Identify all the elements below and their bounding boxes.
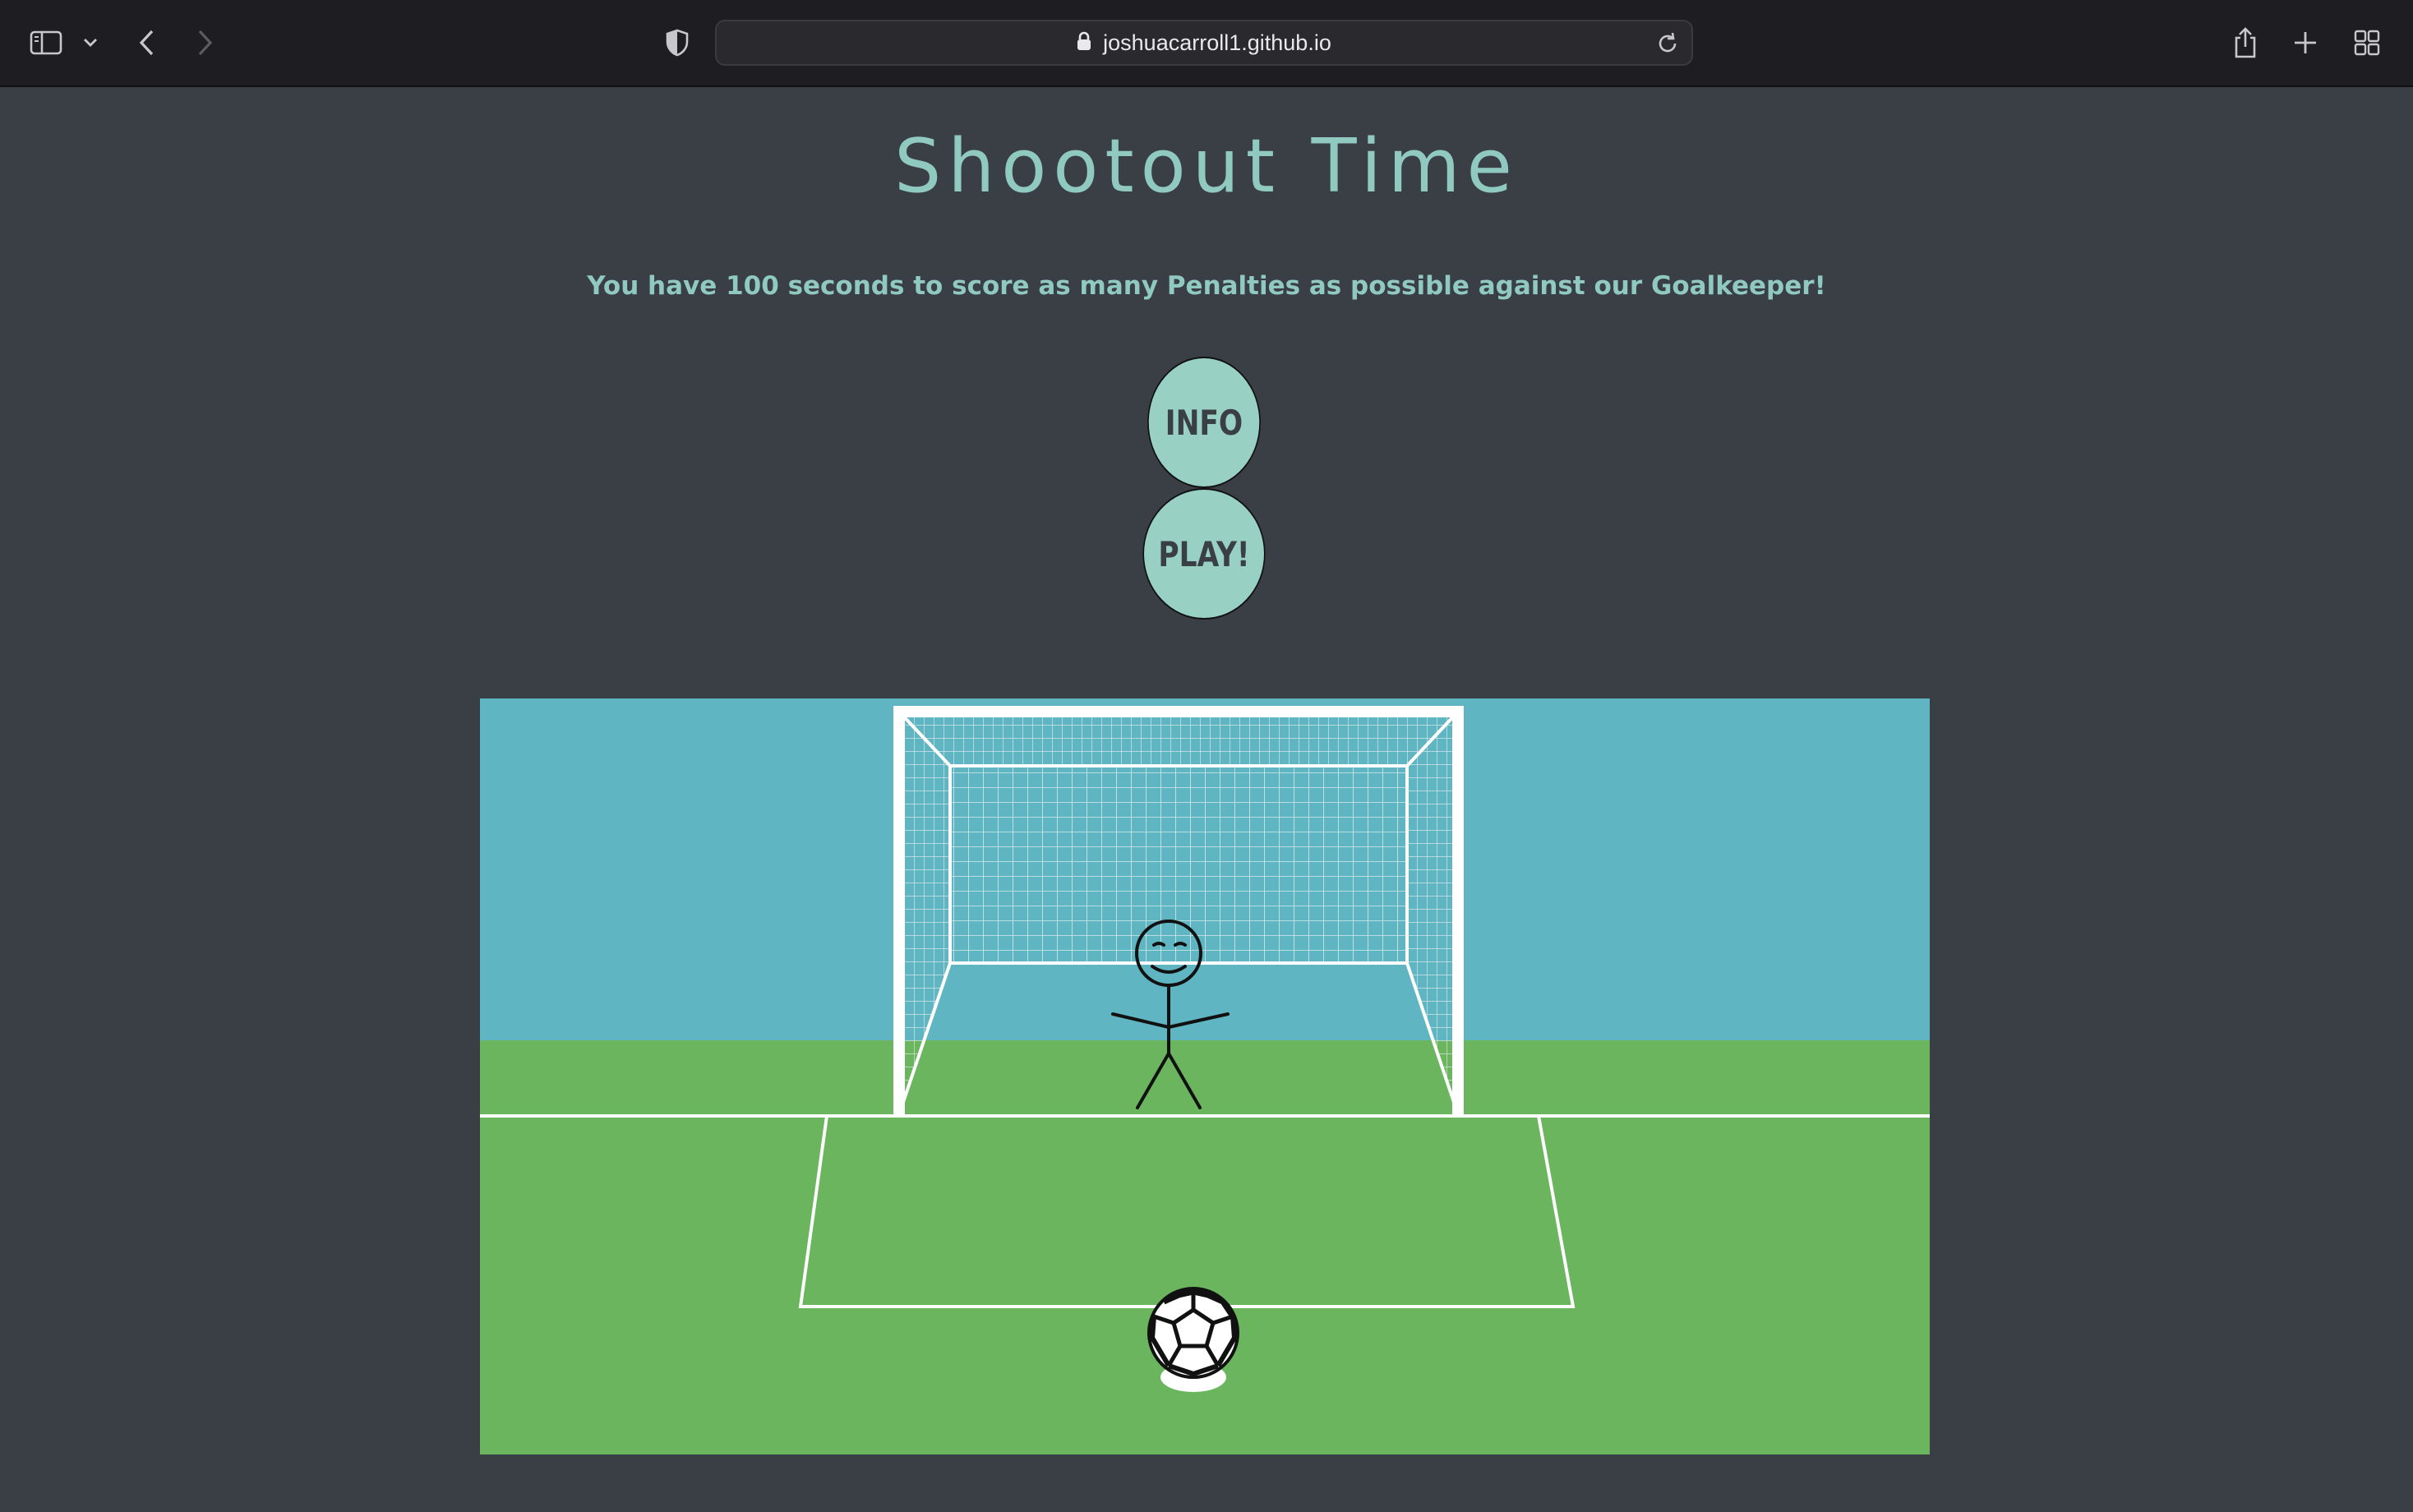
share-icon[interactable] xyxy=(2231,0,2260,85)
shield-icon[interactable] xyxy=(662,0,692,85)
football[interactable] xyxy=(1147,1287,1239,1392)
page-title: Shootout Time xyxy=(894,123,1519,210)
back-arrow-icon[interactable] xyxy=(133,0,161,85)
address-bar[interactable]: joshuacarroll1.github.io xyxy=(715,20,1693,66)
chevron-down-icon[interactable] xyxy=(79,0,102,85)
page-subtitle: You have 100 seconds to score as many Pe… xyxy=(587,271,1826,301)
game-canvas[interactable] xyxy=(480,698,1930,1454)
reload-icon[interactable] xyxy=(1655,31,1680,60)
forward-arrow-icon[interactable] xyxy=(191,0,219,85)
play-button[interactable]: PLAY! xyxy=(1142,488,1266,620)
lock-icon xyxy=(1077,31,1091,55)
sidebar-icon[interactable] xyxy=(28,0,64,85)
url-text: joshuacarroll1.github.io xyxy=(1103,30,1331,55)
browser-toolbar: joshuacarroll1.github.io xyxy=(0,0,2413,87)
pitch xyxy=(480,1040,1930,1454)
tab-overview-icon[interactable] xyxy=(2352,0,2382,85)
new-tab-icon[interactable] xyxy=(2291,0,2319,85)
info-button[interactable]: INFO xyxy=(1147,357,1261,488)
